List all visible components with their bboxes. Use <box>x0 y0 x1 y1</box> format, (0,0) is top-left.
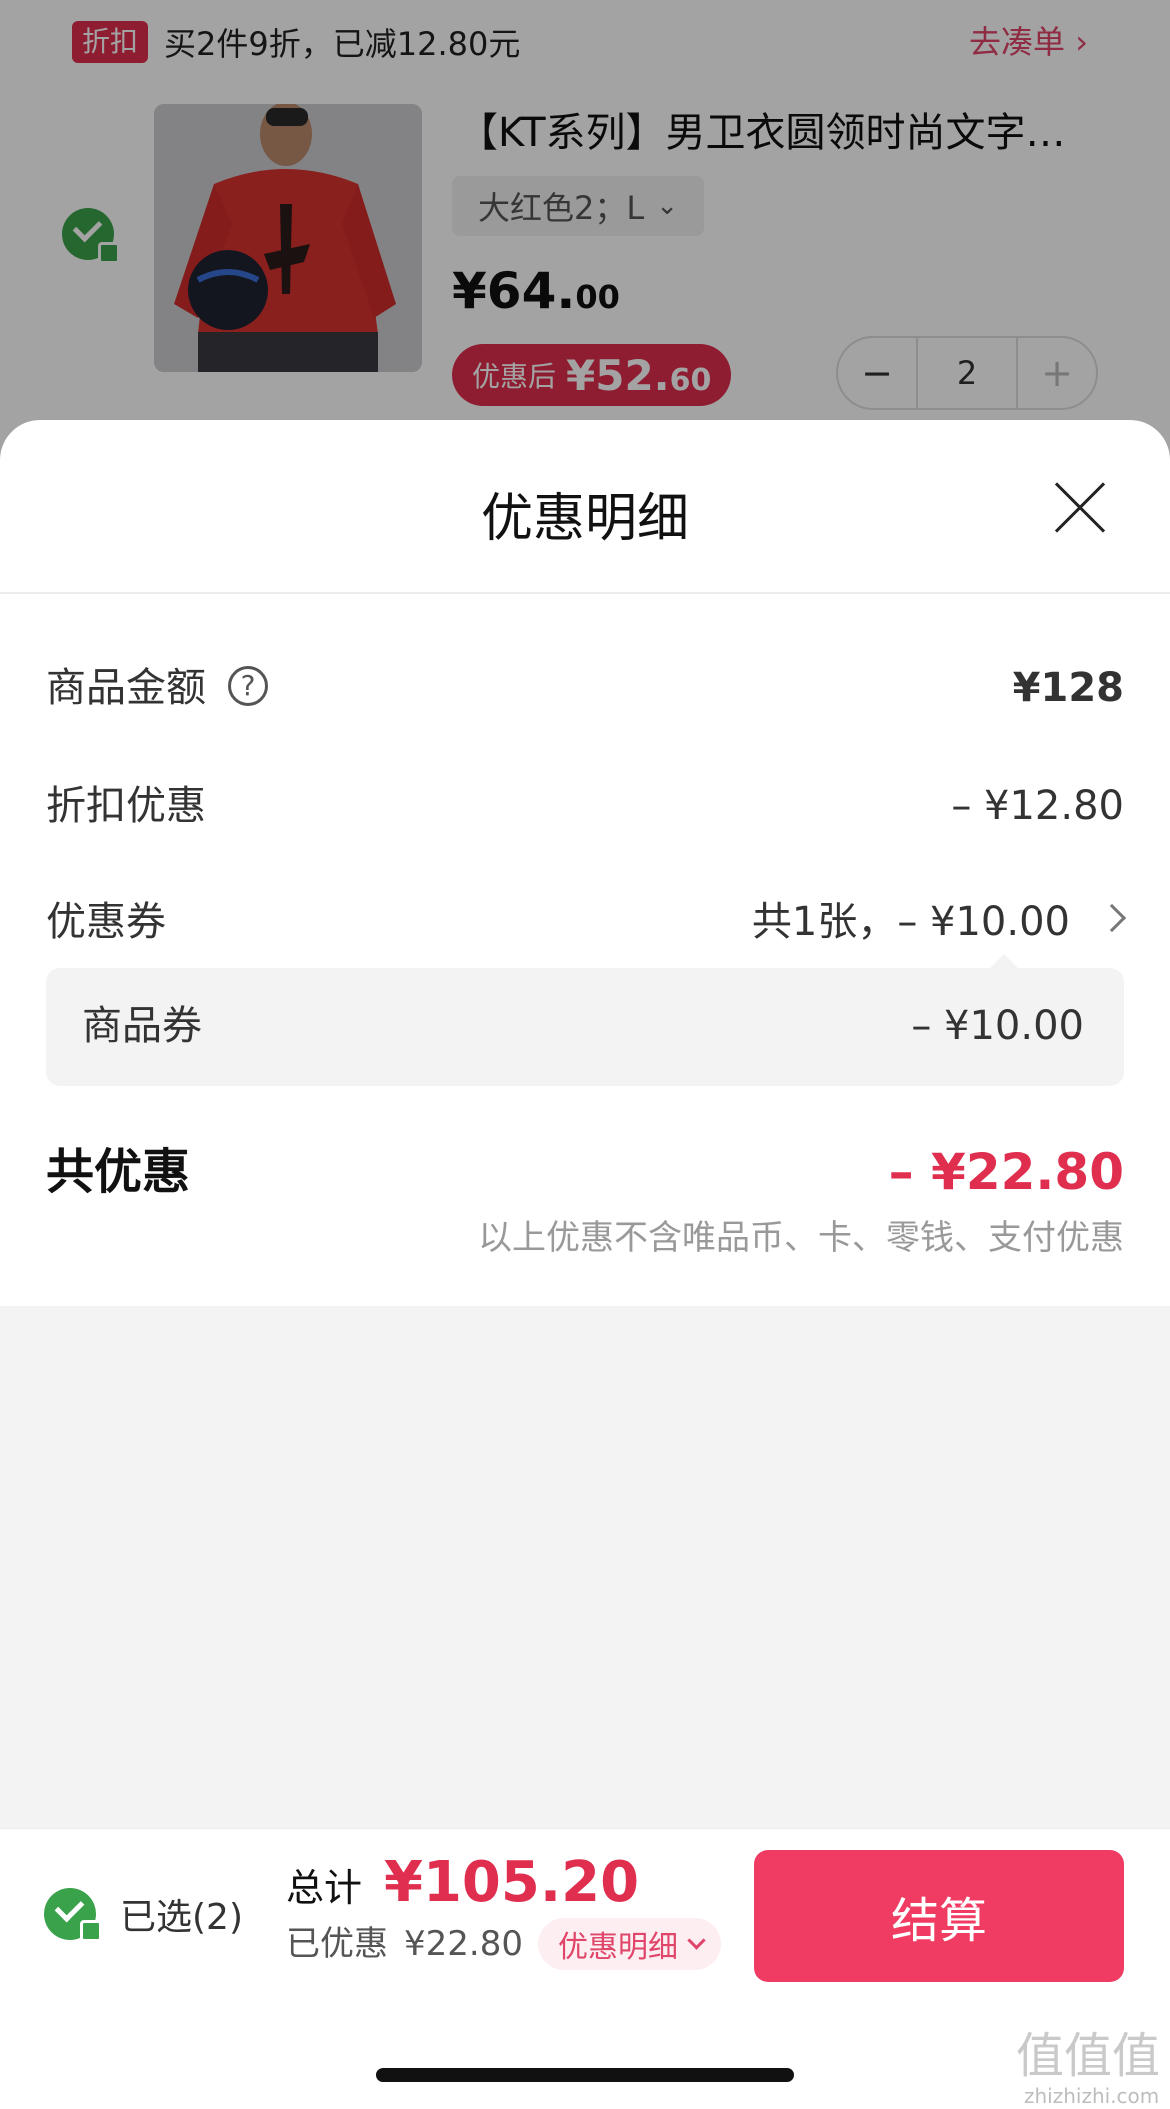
selected-count: 已选(2) <box>120 1897 243 1938</box>
discount-value: – ¥12.80 <box>951 783 1124 829</box>
saved-value: ¥22.80 <box>404 1924 523 1964</box>
close-icon[interactable] <box>1050 478 1110 538</box>
saved-label: 已优惠 <box>286 1924 388 1964</box>
modal-backdrop[interactable] <box>0 0 1170 460</box>
coupon-label: 优惠券 <box>46 899 166 945</box>
product-coupon-value: – ¥10.00 <box>911 1003 1084 1049</box>
coupon-detail-box: 商品券 – ¥10.00 <box>46 954 1124 1086</box>
total-label: 总计 <box>286 1866 363 1910</box>
help-icon[interactable]: ? <box>228 666 268 706</box>
home-indicator <box>376 2068 794 2082</box>
total-discount-value: – ¥22.80 <box>888 1143 1124 1201</box>
total-discount-label: 共优惠 <box>46 1144 191 1200</box>
product-coupon-label: 商品券 <box>82 1003 202 1049</box>
goods-amount-value: ¥128 <box>1012 665 1124 711</box>
discount-detail-label: 优惠明细 <box>558 1930 678 1965</box>
sheet-title: 优惠明细 <box>480 489 689 549</box>
discount-label: 折扣优惠 <box>46 783 206 829</box>
lock-icon <box>80 1920 102 1942</box>
goods-amount-label: 商品金额 <box>46 665 206 711</box>
sheet-divider <box>0 592 1170 594</box>
coupon-value[interactable]: 共1张，– ¥10.00 <box>752 894 1070 950</box>
watermark-url: zhizhizhi.com <box>1024 2084 1160 2108</box>
page: 折扣 买2件9折，已减12.80元 去凑单 › 【KT系列】男卫衣圆领时尚文字…… <box>0 0 1170 2109</box>
discount-detail-toggle[interactable]: 优惠明细 <box>538 1918 721 1970</box>
checkout-button[interactable]: 结算 <box>754 1850 1124 1982</box>
discount-note: 以上优惠不含唯品币、卡、零钱、支付优惠 <box>478 1218 1124 1258</box>
watermark: 值值值 <box>1016 2028 1161 2084</box>
total-value: ¥105.20 <box>384 1850 640 1915</box>
chevron-down-icon <box>687 1930 706 1950</box>
